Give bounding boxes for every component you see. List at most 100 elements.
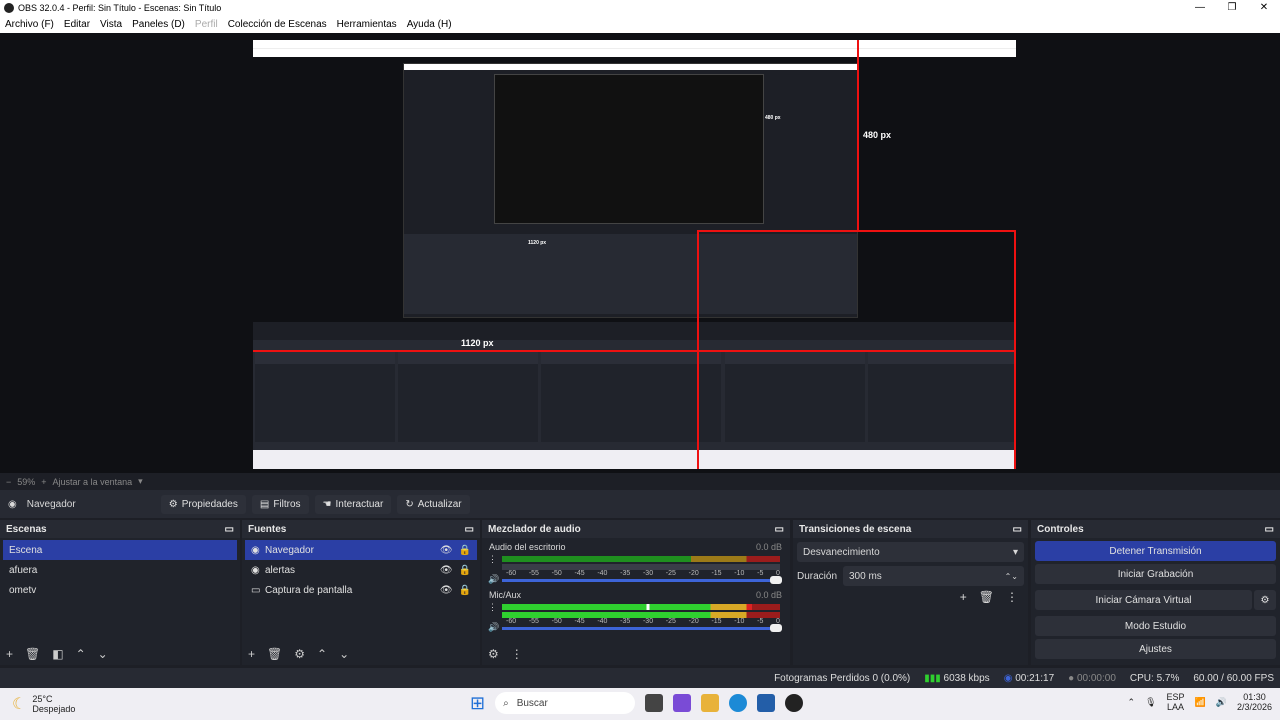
mixer-title: Mezclador de audio [488,523,581,535]
refresh-button[interactable]: ↻ Actualizar [397,494,470,514]
chevron-down-icon: ▾ [1012,546,1018,558]
volume-icon[interactable]: 🔊 [1216,697,1227,708]
up-icon[interactable]: ⌃ [76,647,86,661]
minimize-icon[interactable]: — [1184,0,1216,15]
menu-editar[interactable]: Editar [59,19,95,30]
duration-value: 300 ms [849,570,882,582]
eye-icon[interactable]: 👁 [440,585,453,596]
wifi-icon[interactable]: 📶 [1195,697,1206,708]
obs-logo-icon [4,2,14,13]
search-box[interactable]: ⌕ Buscar [495,692,636,714]
rec-icon: ● [1068,672,1075,684]
lock-icon[interactable]: 🔒 [459,565,471,576]
dock-menu-icon[interactable]: ▭ [465,524,474,535]
source-item[interactable]: ◉ alertas 👁 🔒 [245,560,477,580]
menu-archivo[interactable]: Archivo (F) [0,19,59,30]
tick: -40 [597,570,608,577]
browser-icon: ◉ [251,544,260,556]
filters-button[interactable]: ▤ Filtros [251,494,309,514]
preview-canvas[interactable]: 480 px 1120 px 480 px 1120 px [0,33,1280,473]
trash-icon[interactable]: 🗑 [267,647,282,661]
trash-icon[interactable]: 🗑 [979,590,994,604]
volume-knob[interactable] [770,624,782,632]
dock-menu-icon[interactable]: ▭ [775,524,784,535]
zoom-out-icon[interactable]: − [6,477,11,487]
virtual-camera-gear-icon[interactable]: ⚙ [1254,590,1276,610]
track-menu-icon[interactable]: ⋮ [488,554,497,565]
properties-button[interactable]: ⚙ Propiedades [160,494,246,514]
zoom-dropdown-icon[interactable]: ▾ [138,476,143,487]
settings-button[interactable]: Ajustes [1035,639,1276,659]
volume-knob[interactable] [770,576,782,584]
more-icon[interactable]: ⋮ [1006,590,1018,604]
start-recording-button[interactable]: Iniciar Grabación [1035,564,1276,584]
scene-item[interactable]: afuera [3,560,237,580]
interact-button[interactable]: ☚ Interactuar [314,494,392,514]
menu-coleccion[interactable]: Colección de Escenas [223,19,332,30]
eye-icon[interactable]: 👁 [440,545,453,556]
tick: -30 [642,618,654,625]
add-icon[interactable]: + [6,647,13,661]
volume-slider[interactable] [502,627,780,630]
scene-item[interactable]: ometv [3,580,237,600]
stop-stream-button[interactable]: Detener Transmisión [1035,541,1276,561]
zoom-fit[interactable]: Ajustar a la ventana [53,477,133,487]
edge-icon[interactable] [729,694,748,712]
close-icon[interactable]: ✕ [1248,0,1280,15]
speaker-icon[interactable]: 🔊 [488,574,499,585]
down-icon[interactable]: ⌄ [339,647,349,661]
zoom-toolbar: − 59% + Ajustar a la ventana ▾ [0,473,1280,490]
studio-mode-button[interactable]: Modo Estudio [1035,616,1276,636]
tick: -50 [551,618,562,625]
tick: -45 [574,570,585,577]
lock-icon[interactable]: 🔒 [459,585,471,596]
add-icon[interactable]: + [248,647,255,661]
menu-paneles[interactable]: Paneles (D) [127,19,190,30]
file-explorer-icon[interactable] [701,694,720,712]
clock[interactable]: 01:30 2/3/2026 [1237,692,1272,712]
transitions-title: Transiciones de escena [799,523,912,535]
track-menu-icon[interactable]: ⋮ [488,602,497,613]
maximize-icon[interactable]: ❐ [1216,0,1248,15]
advanced-audio-icon[interactable]: ⚙ [488,647,499,661]
gear-icon[interactable]: ⚙ [294,647,305,661]
tick: -10 [734,570,745,577]
clock-time: 01:30 [1243,692,1266,702]
copilot-icon[interactable] [673,694,692,712]
volume-slider[interactable] [502,579,780,582]
task-view-icon[interactable] [645,694,664,712]
windows-start-icon[interactable]: ⊞ [470,693,485,714]
start-virtual-camera-button[interactable]: Iniciar Cámara Virtual [1035,590,1252,610]
source-item[interactable]: ▭ Captura de pantalla 👁 🔒 [245,580,477,600]
weather-widget[interactable]: ☾ 25°C Despejado [12,694,75,714]
stepper-icon[interactable]: ⌃⌄ [1005,572,1018,581]
menu-vista[interactable]: Vista [95,19,127,30]
up-icon[interactable]: ⌃ [317,647,327,661]
store-icon[interactable] [757,694,776,712]
lock-icon[interactable]: 🔒 [459,545,471,556]
filter-icon[interactable]: ◧ [52,647,63,661]
preview-source-capture: 480 px 1120 px 480 px 1120 px [253,40,1016,469]
dock-menu-icon[interactable]: ▭ [225,524,234,535]
duration-spinbox[interactable]: 300 ms ⌃⌄ [843,566,1024,586]
source-item[interactable]: ◉ Navegador 👁 🔒 [245,540,477,560]
scene-item[interactable]: Escena [3,540,237,560]
down-icon[interactable]: ⌄ [98,647,108,661]
eye-icon[interactable]: 👁 [440,565,453,576]
obs-taskbar-icon[interactable] [785,694,804,712]
trash-icon[interactable]: 🗑 [25,647,40,661]
dock-menu-icon[interactable]: ▭ [1013,524,1022,535]
mic-icon[interactable]: 🎙 [1145,697,1156,708]
speaker-icon[interactable]: 🔊 [488,622,499,633]
menu-perfil[interactable]: Perfil [190,19,223,30]
menu-ayuda[interactable]: Ayuda (H) [402,19,457,30]
language-indicator[interactable]: ESP LAA [1167,692,1185,712]
add-icon[interactable]: + [960,590,967,604]
bitrate-value: 6038 kbps [943,672,990,684]
menu-herramientas[interactable]: Herramientas [332,19,402,30]
transition-select[interactable]: Desvanecimiento ▾ [797,542,1024,562]
zoom-in-icon[interactable]: + [41,477,46,487]
dock-menu-icon[interactable]: ▭ [1265,524,1274,535]
mixer-menu-icon[interactable]: ⋮ [511,647,523,661]
tray-chevron-icon[interactable]: ⌃ [1128,697,1136,708]
